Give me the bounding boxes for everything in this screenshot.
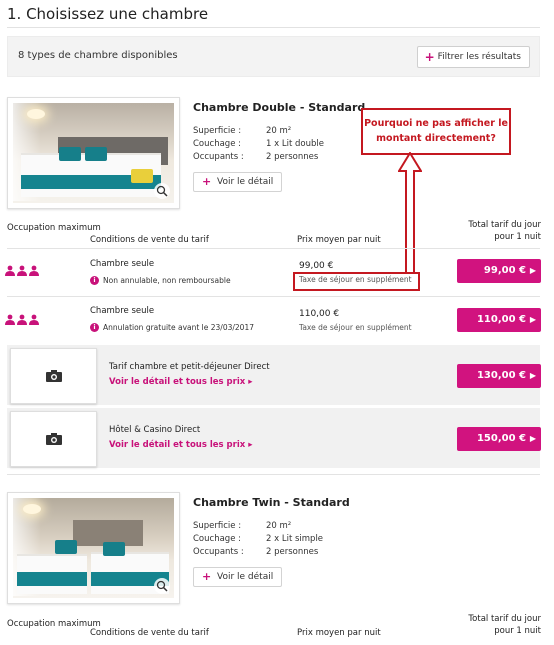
camera-icon (46, 433, 62, 445)
divider (7, 296, 540, 297)
avg-price: 99,00 € (299, 261, 334, 271)
divider (7, 248, 540, 249)
camera-icon (46, 370, 62, 382)
occupancy-icons (4, 265, 40, 277)
book-package-button[interactable]: 150,00 € ▶ (457, 427, 541, 451)
header-total: Total tarif du jour pour 1 nuit (468, 220, 541, 242)
book-rate-button[interactable]: 110,00 € ▶ (457, 308, 541, 332)
header-occupation: Occupation maximum (7, 223, 101, 233)
filter-bar: 8 types de chambre disponibles + Filtrer… (7, 36, 540, 77)
plus-icon: + (202, 570, 212, 583)
filter-results-button[interactable]: + Filtrer les résultats (416, 46, 530, 68)
room-photo-twin[interactable] (7, 492, 180, 604)
room-image (13, 498, 174, 598)
room-detail-label: Voir le détail (217, 177, 274, 187)
avg-price: 110,00 € (299, 309, 340, 319)
annotation-arrow (405, 170, 415, 272)
header-conditions: Conditions de vente du tarif (90, 235, 209, 245)
book-rate-button[interactable]: 99,00 € ▶ (457, 259, 541, 283)
room-specs: Superficie :20 m² Couchage :1 x Lit doub… (193, 126, 324, 162)
rate-title: Chambre seule (90, 259, 155, 269)
room-photo-double[interactable] (7, 97, 180, 209)
rate-condition: i Non annulable, non remboursable (90, 276, 231, 285)
divider (7, 474, 540, 475)
package-name: Hôtel & Casino Direct (109, 425, 201, 435)
page-title: 1. Choisissez une chambre (7, 5, 209, 23)
filter-results-label: Filtrer les résultats (437, 52, 521, 62)
room-specs: Superficie :20 m² Couchage :2 x Lit simp… (193, 521, 324, 557)
header-avg-price: Prix moyen par nuit (297, 628, 381, 638)
room-detail-button[interactable]: + Voir le détail (193, 567, 282, 587)
annotation-highlight-box (293, 272, 420, 291)
annotation-note: Pourquoi ne pas afficher le montant dire… (361, 108, 511, 155)
room-type-count: 8 types de chambre disponibles (18, 50, 178, 61)
room-image (13, 103, 174, 203)
tax-note: Taxe de séjour en supplément (299, 323, 412, 332)
room-name: Chambre Double - Standard (193, 101, 366, 114)
plus-icon: + (424, 50, 435, 64)
caret-right-icon: ▶ (529, 371, 536, 380)
header-conditions: Conditions de vente du tarif (90, 628, 209, 638)
arrow-up-icon (398, 152, 422, 172)
caret-right-icon: ▶ (529, 266, 536, 275)
info-icon[interactable]: i (90, 323, 99, 332)
zoom-icon[interactable] (154, 578, 170, 594)
package-thumbnail[interactable] (10, 348, 97, 404)
book-package-button[interactable]: 130,00 € ▶ (457, 364, 541, 388)
caret-right-icon: ▶ (529, 434, 536, 443)
title-divider (7, 27, 540, 28)
room-name: Chambre Twin - Standard (193, 496, 350, 509)
package-thumbnail[interactable] (10, 411, 97, 467)
package-name: Tarif chambre et petit-déjeuner Direct (109, 362, 270, 372)
room-detail-label: Voir le détail (217, 572, 274, 582)
people-icon (5, 265, 39, 276)
package-detail-link[interactable]: Voir le détail et tous les prix ▸ (109, 377, 252, 387)
caret-right-icon: ▶ (529, 315, 536, 324)
plus-icon: + (202, 175, 212, 188)
occupancy-icons (4, 314, 40, 326)
package-detail-link[interactable]: Voir le détail et tous les prix ▸ (109, 440, 252, 450)
rate-condition: i Annulation gratuite avant le 23/03/201… (90, 323, 254, 332)
people-icon (5, 314, 39, 325)
zoom-icon[interactable] (154, 183, 170, 199)
rate-title: Chambre seule (90, 306, 155, 316)
info-icon[interactable]: i (90, 276, 99, 285)
header-total: Total tarif du jour pour 1 nuit (468, 614, 541, 636)
header-occupation: Occupation maximum (7, 619, 101, 629)
room-detail-button[interactable]: + Voir le détail (193, 172, 282, 192)
header-avg-price: Prix moyen par nuit (297, 235, 381, 245)
